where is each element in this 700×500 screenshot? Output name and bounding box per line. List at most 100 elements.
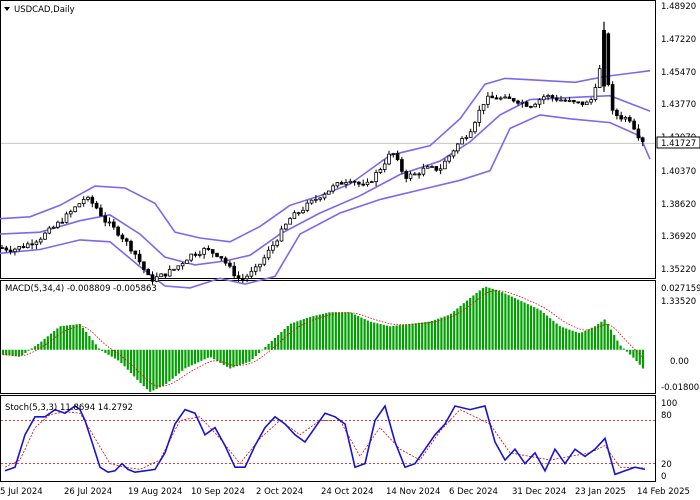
macd-bar <box>574 331 577 350</box>
candle-body <box>537 99 542 105</box>
macd-bar <box>533 307 536 350</box>
macd-bar <box>536 308 539 350</box>
macd-bar <box>245 349 248 363</box>
candle <box>283 223 288 230</box>
macd-bar <box>517 299 520 350</box>
stoch-scale-label: 80 <box>661 411 672 421</box>
macd-bar <box>497 290 501 350</box>
macd-bar <box>353 314 357 350</box>
macd-bar <box>491 288 494 350</box>
candle-body <box>0 247 4 249</box>
candle-body <box>585 101 589 106</box>
candle-body <box>253 266 258 272</box>
candle-body <box>481 103 486 111</box>
macd-bar <box>485 286 488 350</box>
candle-body <box>8 249 13 253</box>
macd-bar <box>27 349 30 351</box>
candle <box>597 65 602 88</box>
stoch-title: Stoch(5,3,3) 11.8694 14.2792 <box>5 403 133 413</box>
chart-title: USDCAD,Daily <box>14 5 75 15</box>
macd-bar <box>40 341 43 350</box>
macd-bar <box>136 349 139 380</box>
macd-bar <box>523 302 526 350</box>
macd-bar <box>254 349 257 357</box>
candle-body <box>21 246 26 249</box>
macd-bar <box>334 312 337 350</box>
candle-body <box>477 109 482 123</box>
macd-bar <box>264 347 267 350</box>
candle-body <box>77 203 82 208</box>
macd-bar <box>513 298 517 350</box>
candle-body <box>150 274 155 282</box>
macd-scale-label: 0.027159 <box>661 284 700 294</box>
macd-bar <box>88 336 91 350</box>
price-label: 1.43770 <box>661 100 696 110</box>
candle-body <box>628 117 632 122</box>
candle-body <box>511 98 516 102</box>
candle-body <box>335 182 340 187</box>
candle-body <box>197 253 202 256</box>
macd-bar <box>350 313 353 350</box>
macd-bar <box>549 318 552 350</box>
macd-bar <box>72 324 75 350</box>
macd-bar <box>5 349 8 356</box>
candle-body <box>292 212 297 219</box>
macd-bar <box>437 318 440 350</box>
candle-body <box>464 136 469 139</box>
time-label: 31 Dec 2024 <box>512 487 566 497</box>
macd-bar <box>200 349 203 361</box>
macd-bar <box>222 349 225 365</box>
macd-bar <box>139 349 142 384</box>
macd-bar <box>373 322 376 350</box>
candle-body <box>163 273 168 277</box>
macd-bar <box>561 327 565 350</box>
macd-bar <box>341 312 344 350</box>
macd-bar <box>209 349 213 358</box>
candle-body <box>266 249 271 259</box>
candle-body <box>206 248 211 250</box>
time-label: 26 Jul 2024 <box>64 487 112 497</box>
candle <box>185 259 189 264</box>
macd-bar <box>587 329 590 350</box>
macd-bar <box>296 321 299 350</box>
candle-body <box>434 166 439 171</box>
candle-body <box>382 163 387 170</box>
candle-body <box>615 109 619 116</box>
macd-bar <box>347 312 350 350</box>
macd-bar <box>123 349 126 367</box>
macd-bar <box>638 349 641 365</box>
candle-body <box>107 221 112 224</box>
candle-body <box>632 120 636 130</box>
candle-body <box>331 185 335 192</box>
macd-bar <box>225 349 229 367</box>
candle <box>77 203 82 208</box>
candle-body <box>43 232 47 240</box>
macd-bar <box>475 292 478 350</box>
macd-bar <box>619 345 622 350</box>
macd-bar <box>261 349 264 351</box>
chart-area[interactable]: USDCAD,Daily MACD(5,34,4) -0.008809 -0.0… <box>0 0 700 500</box>
candle-body <box>167 269 172 277</box>
macd-bar <box>110 349 113 357</box>
candle-body <box>619 115 623 120</box>
macd-bar <box>277 334 280 350</box>
candle-body <box>572 100 576 103</box>
candle <box>610 81 615 115</box>
candle-body <box>4 247 9 251</box>
main-price-panel[interactable] <box>0 0 656 279</box>
macd-bar <box>117 349 120 361</box>
candle-body <box>180 263 185 267</box>
time-label: 2 Oct 2024 <box>256 487 303 497</box>
stoch-axis: 100 80 20 0 <box>661 399 677 482</box>
macd-bar <box>120 349 123 363</box>
macd-bar <box>107 349 110 355</box>
candle-body <box>425 166 430 169</box>
macd-bar <box>405 324 408 350</box>
candle-body <box>326 190 331 195</box>
time-label: 6 Dec 2024 <box>449 487 498 497</box>
macd-bar <box>481 287 485 350</box>
candle-body <box>378 169 383 173</box>
candle-body <box>589 99 593 103</box>
candle <box>606 32 611 87</box>
time-label: 19 Aug 2024 <box>128 487 182 497</box>
